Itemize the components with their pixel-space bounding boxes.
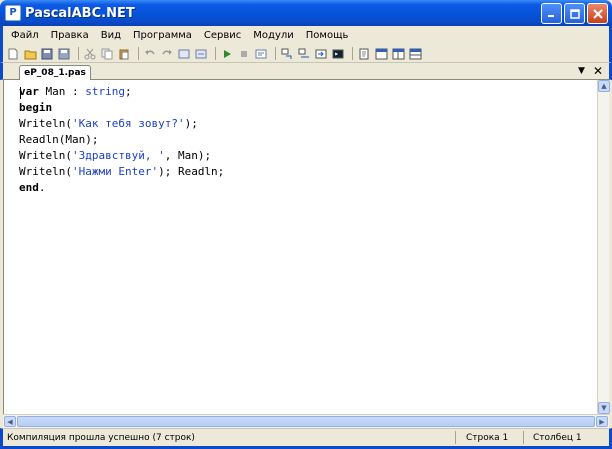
toolbar-separator <box>215 47 216 60</box>
code-token: Man : <box>38 85 86 98</box>
scroll-down-icon[interactable]: ▼ <box>598 402 610 414</box>
toolbar-separator <box>275 47 276 60</box>
keyword-token: end <box>19 181 39 194</box>
window-layout-1-icon[interactable] <box>374 47 388 60</box>
paste-icon[interactable] <box>117 47 131 60</box>
string-token: 'Нажми Enter' <box>71 165 159 178</box>
step-over-icon[interactable] <box>297 47 311 60</box>
menu-help[interactable]: Помощь <box>300 30 355 41</box>
code-line[interactable]: Readln(Man); <box>19 132 224 148</box>
status-divider <box>455 431 456 444</box>
code-token: , Man); <box>164 149 212 162</box>
tab-close-icon[interactable]: ✕ <box>593 64 603 78</box>
app-icon: P <box>5 5 21 21</box>
new-file-icon[interactable] <box>6 47 20 60</box>
open-folder-icon[interactable] <box>23 47 37 60</box>
scroll-up-icon[interactable]: ▲ <box>598 80 610 92</box>
code-line[interactable]: Writeln('Нажми Enter'); Readln; <box>19 164 224 180</box>
tab-list-icon[interactable]: ▼ <box>578 66 585 76</box>
copy-icon[interactable] <box>100 47 114 60</box>
toolbar-separator <box>78 47 79 60</box>
scroll-left-icon[interactable]: ◀ <box>4 416 16 427</box>
save-all-icon[interactable] <box>57 47 71 60</box>
format-icon[interactable] <box>357 47 371 60</box>
status-row: Строка 1 <box>466 433 509 443</box>
maximize-icon <box>569 8 580 19</box>
menu-edit[interactable]: Правка <box>45 30 95 41</box>
stop-icon[interactable] <box>237 47 251 60</box>
string-token: 'Здравствуй, ' <box>71 149 165 162</box>
horizontal-scroll-thumb[interactable] <box>17 416 595 427</box>
tab-file[interactable]: eP_08_1.pas <box>19 65 91 80</box>
toolbar-separator <box>138 47 139 60</box>
code-editor[interactable]: var Man : string; begin Writeln('Как тебя … <box>3 80 597 414</box>
keyword-token: begin <box>19 101 53 114</box>
status-message: Компиляция прошла успешно (7 строк) <box>7 433 195 443</box>
code-line[interactable]: var Man : string; <box>19 84 224 100</box>
menu-bar: Файл Правка Вид Программа Сервис Модули … <box>0 26 612 45</box>
status-divider <box>523 431 524 444</box>
menu-view[interactable]: Вид <box>95 30 127 41</box>
close-button[interactable] <box>587 3 608 24</box>
window-layout-2-icon[interactable] <box>391 47 405 60</box>
code-line[interactable]: begin <box>19 100 224 116</box>
replace-icon[interactable] <box>194 47 208 60</box>
menu-file[interactable]: Файл <box>5 30 45 41</box>
find-icon[interactable] <box>177 47 191 60</box>
window-controls <box>541 3 608 24</box>
code-token: . <box>38 181 46 194</box>
code-token: ); <box>184 117 198 130</box>
code-token: Writeln( <box>19 149 72 162</box>
keyword-token: var <box>19 85 39 98</box>
save-icon[interactable] <box>40 47 54 60</box>
status-column: Столбец 1 <box>533 433 582 443</box>
toolbar-separator <box>352 47 353 60</box>
code-line[interactable]: end. <box>19 180 224 196</box>
window-layout-3-icon[interactable] <box>408 47 422 60</box>
scroll-right-icon[interactable]: ▶ <box>596 416 608 427</box>
title-bar[interactable]: P PascalABC.NET <box>0 0 612 26</box>
string-token: 'Как тебя зовут?' <box>71 117 185 130</box>
menu-service[interactable]: Сервис <box>198 30 247 41</box>
code-token: Readln(Man); <box>19 133 99 146</box>
close-icon <box>592 8 603 19</box>
menu-program[interactable]: Программа <box>127 30 198 41</box>
tab-strip: eP_08_1.pas ▼ ✕ <box>0 63 612 80</box>
code-line[interactable]: Writeln('Здравствуй, ', Man); <box>19 148 224 164</box>
step-into-icon[interactable] <box>280 47 294 60</box>
tab-controls: ▼ ✕ <box>578 64 603 78</box>
horizontal-scrollbar[interactable]: ◀ ▶ <box>3 414 609 428</box>
vertical-scrollbar[interactable]: ▲ ▼ <box>597 80 610 414</box>
minimize-icon <box>548 15 554 17</box>
maximize-button[interactable] <box>564 3 585 24</box>
code-token: Writeln( <box>19 165 72 178</box>
type-token: string <box>85 85 125 98</box>
run-icon[interactable] <box>220 47 234 60</box>
code-token: ); Readln; <box>158 165 225 178</box>
menu-modules[interactable]: Модули <box>247 30 299 41</box>
undo-icon[interactable] <box>143 47 157 60</box>
code-token: Writeln( <box>19 117 72 130</box>
run-to-cursor-icon[interactable] <box>314 47 328 60</box>
console-icon[interactable] <box>331 47 345 60</box>
minimize-button[interactable] <box>541 3 562 24</box>
code-area[interactable]: var Man : string; begin Writeln('Как тебя … <box>19 84 224 196</box>
redo-icon[interactable] <box>160 47 174 60</box>
window-title: PascalABC.NET <box>25 5 135 21</box>
cut-icon[interactable] <box>83 47 97 60</box>
toolbar <box>0 45 612 63</box>
compile-icon[interactable] <box>254 47 268 60</box>
code-line[interactable]: Writeln('Как тебя зовут?'); <box>19 116 224 132</box>
status-bar: Компиляция прошла успешно (7 строк) Стро… <box>0 428 612 449</box>
code-token: ; <box>124 85 132 98</box>
editor-gutter <box>4 80 18 414</box>
